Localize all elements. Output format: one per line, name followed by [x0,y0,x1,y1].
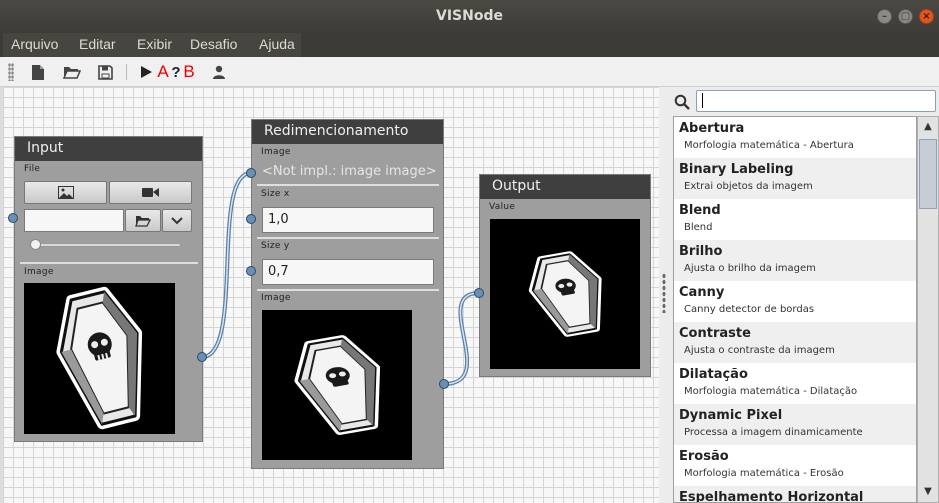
input-file-port[interactable] [8,213,18,223]
image-icon [57,186,74,199]
node-list-scrollbar[interactable]: ▲ ▼ [917,116,939,503]
list-item-title: Espelhamento Horizontal [679,490,864,503]
file-dropdown-button[interactable] [162,209,192,232]
search-caret [702,93,703,108]
size-y-port[interactable] [246,266,256,276]
list-item-desc: Canny detector de bordas [684,304,815,315]
list-item-title: Dilatação [679,367,748,382]
resize-image-input-port[interactable] [246,168,256,178]
list-item-title: Canny [679,285,725,300]
list-item-desc: Morfologia matemática - Abertura [684,140,854,151]
list-item-desc: Processa a imagem dinamicamente [684,427,863,438]
list-item-title: Contraste [679,326,751,341]
chevron-down-icon [171,216,183,224]
input-node[interactable]: Input File Image [14,136,203,442]
list-item[interactable]: Dilatação Morfologia matemática - Dilataç… [674,363,916,404]
output-node-title[interactable]: Output [480,175,650,199]
file-path-input[interactable] [24,209,124,232]
list-item[interactable]: Binary Labeling Extrai objetos da imagem [674,158,916,199]
resize-output-label: Image [261,293,291,303]
resize-image-input-value: <Not impl.: image image> [262,164,437,179]
list-item-desc: Blend [684,222,713,233]
coffin-skull-image [294,335,381,435]
video-camera-icon [142,188,159,197]
size-x-input[interactable]: 1,0 [262,207,434,233]
output-image-preview [490,219,640,369]
size-y-label: Size y [261,241,290,251]
input-image-output-port[interactable] [197,352,207,362]
output-node[interactable]: Output Value [479,174,651,377]
list-item-title: Binary Labeling [679,162,794,177]
panel-splitter[interactable] [659,87,671,503]
list-item[interactable]: Abertura Morfologia matemática - Abertura [674,117,916,158]
size-x-label: Size x [261,189,290,199]
list-item[interactable]: Erosão Morfologia matemática - Erosão [674,445,916,486]
coffin-skull-image [528,251,602,337]
list-item[interactable]: Canny Canny detector de bordas [674,281,916,322]
list-item[interactable]: Dynamic Pixel Processa a imagem dinamicam… [674,404,916,445]
node-list[interactable]: Abertura Morfologia matemática - Abertura… [673,116,917,503]
file-label: File [24,164,41,174]
open-folder-icon [135,215,151,227]
scrollbar-thumb[interactable] [919,139,937,209]
search-icon [674,94,690,114]
list-item[interactable]: Espelhamento Horizontal [674,486,916,503]
input-node-title[interactable]: Input [15,137,202,161]
resize-image-label: Image [261,147,291,157]
list-item-desc: Morfologia matemática - Erosão [684,468,844,479]
output-value-label: Value [489,202,516,212]
image-output-label: Image [24,267,54,277]
list-item-title: Brilho [679,244,723,259]
video-source-button[interactable] [109,181,192,204]
list-item-desc: Ajusta o contraste da imagem [684,345,835,356]
resize-image-preview [262,310,412,460]
list-item-desc: Extrai objetos da imagem [684,181,813,192]
browse-file-button[interactable] [125,209,161,232]
resize-node-title[interactable]: Redimencionamento [252,120,443,144]
list-item-title: Erosão [679,449,729,464]
video-slider-track[interactable] [29,243,181,247]
list-item[interactable]: Contraste Ajusta o contraste da imagem [674,322,916,363]
video-slider-thumb[interactable] [30,239,41,250]
list-item-desc: Morfologia matemática - Dilatação [684,386,858,397]
resize-image-output-port[interactable] [439,379,449,389]
list-item-title: Blend [679,203,721,218]
scroll-up-icon[interactable]: ▲ [918,117,938,137]
search-input[interactable] [696,90,936,112]
scroll-down-icon[interactable]: ▼ [918,482,938,502]
splitter-handle-icon[interactable] [662,273,666,313]
image-source-button[interactable] [24,181,107,204]
list-item[interactable]: Brilho Ajusta o brilho da imagem [674,240,916,281]
list-item-title: Abertura [679,121,745,136]
input-image-preview [24,283,175,434]
output-value-input-port[interactable] [474,288,484,298]
resize-node[interactable]: Redimencionamento Image <Not impl.: imag… [251,119,444,469]
list-item[interactable]: Blend Blend [674,199,916,240]
coffin-skull-image [56,286,143,430]
size-x-port[interactable] [246,214,256,224]
list-item-desc: Ajusta o brilho da imagem [684,263,816,274]
list-item-title: Dynamic Pixel [679,408,783,423]
size-y-input[interactable]: 0,7 [262,259,434,285]
